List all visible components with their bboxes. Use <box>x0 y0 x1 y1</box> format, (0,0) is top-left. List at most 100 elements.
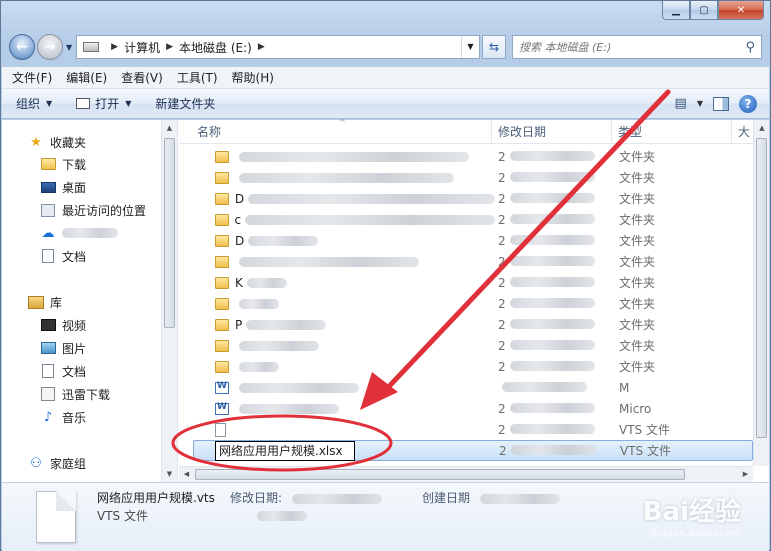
nav-recent-places[interactable]: 最近访问的位置 <box>40 200 146 220</box>
menu-view[interactable]: 查看(V) <box>121 69 163 86</box>
open-button[interactable]: 打开 ▼ <box>76 95 131 112</box>
search-input[interactable] <box>519 40 746 54</box>
help-icon[interactable]: ? <box>739 94 757 113</box>
rename-textbox[interactable]: 网络应用用户规模.xlsx <box>215 441 355 461</box>
new-folder-button[interactable]: 新建文件夹 <box>155 95 215 112</box>
address-bar[interactable]: ▶ 计算机 ▶ 本地磁盘 (E:) ▶ ▼ <box>76 35 480 59</box>
file-row[interactable]: 2 文件夹 <box>193 356 753 377</box>
file-date-text: 2 <box>498 170 506 185</box>
file-list-horizontal-scrollbar[interactable]: ◀ ▶ <box>179 466 753 482</box>
file-row[interactable]: D 2 文件夹 <box>193 188 753 209</box>
file-row[interactable]: 2 Micro <box>193 398 753 419</box>
file-row[interactable]: 2 文件夹 <box>193 167 753 188</box>
nav-thunder-downloads[interactable]: 迅雷下载 <box>40 384 110 404</box>
file-row[interactable]: 2 文件夹 <box>193 335 753 356</box>
menu-edit[interactable]: 编辑(E) <box>66 69 107 86</box>
file-row[interactable]: 2 文件夹 <box>193 146 753 167</box>
menu-help[interactable]: 帮助(H) <box>232 69 274 86</box>
redacted-name <box>239 403 339 414</box>
scroll-up-icon[interactable]: ▲ <box>754 120 770 136</box>
file-name-cell <box>215 150 495 163</box>
column-modified-date[interactable]: 修改日期 <box>492 120 612 144</box>
file-row[interactable]: 2 VTS 文件 <box>193 419 753 440</box>
nav-documents[interactable]: 文档 <box>40 246 86 266</box>
scroll-thumb[interactable] <box>756 138 767 438</box>
maximize-button[interactable]: ▢ <box>690 1 718 20</box>
file-row[interactable]: M <box>193 377 753 398</box>
file-row[interactable]: 2 文件夹 <box>193 293 753 314</box>
redacted-date <box>509 192 595 203</box>
minimize-button[interactable]: ▁ <box>662 1 690 20</box>
computer-icon <box>83 42 100 52</box>
nav-label: 视频 <box>62 318 87 333</box>
library-icon <box>28 294 44 310</box>
nav-label: 图片 <box>62 341 87 356</box>
scroll-thumb[interactable] <box>195 469 685 480</box>
folder-icon <box>215 213 229 226</box>
file-name-cell <box>215 360 495 373</box>
file-row[interactable]: P 2 文件夹 <box>193 314 753 335</box>
column-type[interactable]: 类型 <box>612 120 732 144</box>
chevron-right-icon[interactable]: ▶ <box>111 42 118 52</box>
music-icon: ♪ <box>43 409 53 425</box>
file-list-pane: ^ 名称 修改日期 类型 大 2 文件夹 2 文件夹 D 2 文件夹 c 2 文件夹 D 2 文件夹 2 文… <box>179 118 769 482</box>
file-name-text: c <box>234 212 242 227</box>
scroll-thumb[interactable] <box>164 138 175 328</box>
nav-libraries[interactable]: 库 <box>28 292 62 312</box>
video-icon <box>40 317 56 333</box>
recent-pages-dropdown[interactable]: ▼ <box>66 43 72 52</box>
nav-pictures[interactable]: 图片 <box>40 338 86 358</box>
back-button[interactable]: ← <box>9 34 35 60</box>
file-date-text: 2 <box>498 422 506 437</box>
breadcrumb-drive[interactable]: 本地磁盘 (E:) <box>179 39 252 56</box>
scroll-right-icon[interactable]: ▶ <box>738 467 753 482</box>
scroll-up-icon[interactable]: ▲ <box>162 120 177 136</box>
address-dropdown-icon[interactable]: ▼ <box>461 36 479 58</box>
redacted-date <box>509 318 595 329</box>
details-filetype: VTS 文件 <box>97 509 148 523</box>
nav-videos[interactable]: 视频 <box>40 315 86 335</box>
organize-button[interactable]: 组织 ▼ <box>16 95 52 112</box>
file-date-cell: 2 <box>498 339 608 353</box>
forward-button[interactable]: → <box>37 34 63 60</box>
column-name[interactable]: 名称 <box>191 120 492 144</box>
recent-places-icon <box>40 202 56 218</box>
view-dropdown-icon[interactable]: ▼ <box>697 99 703 108</box>
navigation-pane: ★ 收藏夹 下载 桌面 最近访问的位置 ☁ 文档 库 视频 图片 文档 迅雷下载… <box>2 120 178 482</box>
file-date-text: 2 <box>498 359 506 374</box>
scroll-left-icon[interactable]: ◀ <box>179 467 194 482</box>
search-box[interactable]: ⚲ <box>512 35 762 59</box>
preview-pane-icon[interactable] <box>713 96 729 111</box>
nav-cloud-drive[interactable]: ☁ <box>40 223 118 243</box>
chevron-right-icon[interactable]: ▶ <box>258 42 265 52</box>
file-type-cell: 文件夹 <box>619 234 656 248</box>
change-view-icon[interactable]: ▤ <box>675 96 687 111</box>
file-row[interactable]: 2 文件夹 <box>193 251 753 272</box>
menu-tools[interactable]: 工具(T) <box>177 69 218 86</box>
file-row[interactable]: D 2 文件夹 <box>193 230 753 251</box>
nav-downloads[interactable]: 下载 <box>40 154 86 174</box>
nav-library-documents[interactable]: 文档 <box>40 361 86 381</box>
file-type-cell: 文件夹 <box>619 255 656 269</box>
nav-homegroup[interactable]: ⚇ 家庭组 <box>28 453 86 473</box>
file-name-cell <box>215 339 495 352</box>
scroll-down-icon[interactable]: ▼ <box>162 466 177 482</box>
nav-desktop[interactable]: 桌面 <box>40 177 86 197</box>
menu-file[interactable]: 文件(F) <box>12 69 52 86</box>
file-name-text: P <box>235 317 243 332</box>
file-name-cell: D <box>215 234 495 248</box>
file-row[interactable]: c 2 文件夹 <box>193 209 753 230</box>
file-type-cell: 文件夹 <box>619 360 656 374</box>
refresh-button[interactable]: ⇆ <box>482 35 506 59</box>
close-button[interactable]: ✕ <box>718 1 764 20</box>
file-row[interactable]: K 2 文件夹 <box>193 272 753 293</box>
file-date-cell: 2 <box>498 192 608 206</box>
nav-scrollbar[interactable]: ▲ ▼ <box>161 120 177 482</box>
nav-music[interactable]: ♪ 音乐 <box>40 407 86 427</box>
chevron-right-icon[interactable]: ▶ <box>166 42 173 52</box>
nav-favorites[interactable]: ★ 收藏夹 <box>28 132 86 152</box>
file-list-vertical-scrollbar[interactable]: ▲ <box>753 120 769 466</box>
breadcrumb-computer[interactable]: 计算机 <box>124 39 160 56</box>
search-icon[interactable]: ⚲ <box>745 40 755 55</box>
redacted-name <box>239 340 319 351</box>
